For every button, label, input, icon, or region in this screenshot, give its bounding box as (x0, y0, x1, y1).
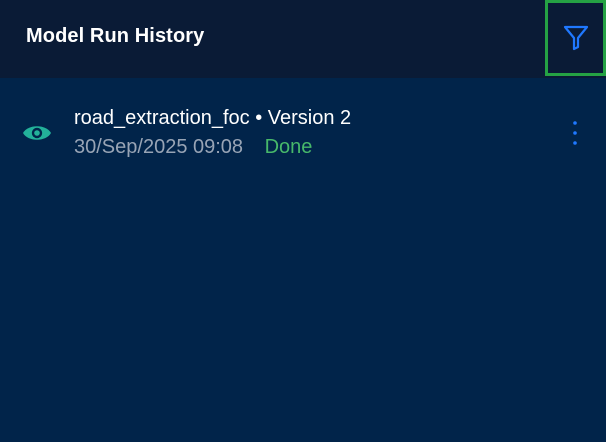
eye-icon[interactable] (22, 120, 52, 146)
kebab-menu-icon[interactable] (563, 118, 587, 148)
filter-button[interactable] (545, 0, 606, 76)
panel-header: Model Run History (0, 0, 606, 78)
list-item[interactable]: road_extraction_foc • Version 2 30/Sep/2… (0, 100, 606, 170)
filter-icon (563, 25, 588, 51)
model-run-history-panel: Model Run History road_extraction_foc • … (0, 0, 606, 442)
run-timestamp: 30/Sep/2025 09:08 (74, 136, 244, 158)
panel-title: Model Run History (26, 25, 205, 47)
run-meta: 30/Sep/2025 09:08 Done (74, 136, 312, 159)
status-badge: Done (264, 136, 313, 158)
run-name: road_extraction_foc • Version 2 (74, 107, 352, 129)
